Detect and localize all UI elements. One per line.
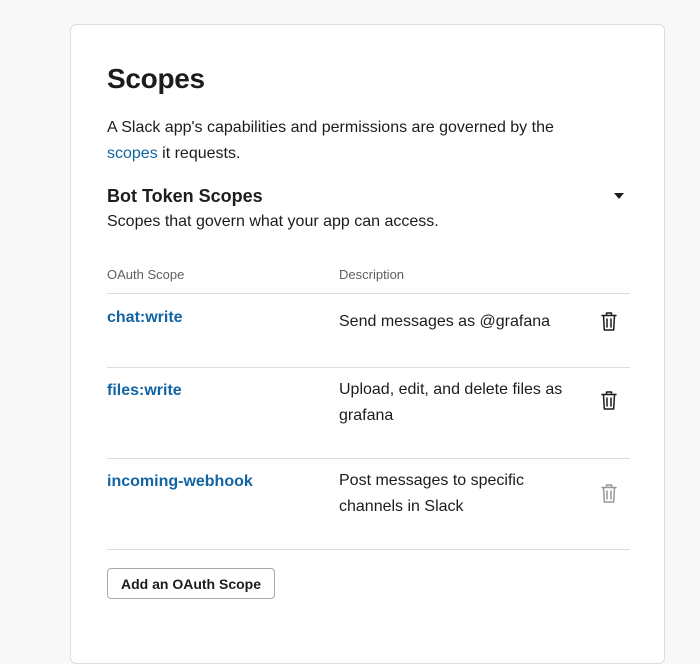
page-title: Scopes [107, 63, 205, 94]
intro-text-start: A Slack app's capabilities and permissio… [107, 119, 554, 136]
caret-down-icon[interactable] [609, 188, 629, 204]
scope-description: Upload, edit, and delete files as grafan… [339, 381, 563, 424]
scopes-link[interactable]: scopes [107, 145, 158, 162]
add-oauth-scope-button[interactable]: Add an OAuth Scope [107, 568, 275, 599]
table-divider [107, 549, 630, 550]
scope-name[interactable]: files:write [107, 382, 182, 400]
column-header-description: Description [339, 267, 405, 282]
trash-icon [599, 483, 619, 505]
intro-text-end: it requests. [157, 145, 241, 162]
table-divider [107, 458, 630, 459]
scopes-card: Scopes A Slack app's capabilities and pe… [70, 24, 665, 664]
table-divider [107, 293, 630, 294]
table-divider [107, 367, 630, 368]
bot-token-scopes-subtitle: Scopes that govern what your app can acc… [107, 213, 439, 230]
trash-icon[interactable] [599, 311, 619, 333]
trash-icon[interactable] [599, 390, 619, 412]
column-header-oauth-scope: OAuth Scope [107, 267, 185, 282]
scope-name[interactable]: incoming-webhook [107, 473, 253, 491]
scope-description: Send messages as @grafana [339, 313, 551, 330]
scope-name[interactable]: chat:write [107, 309, 183, 327]
bot-token-scopes-title: Bot Token Scopes [107, 186, 263, 206]
scope-description: Post messages to specific channels in Sl… [339, 472, 524, 515]
scopes-intro: A Slack app's capabilities and permissio… [107, 115, 607, 167]
